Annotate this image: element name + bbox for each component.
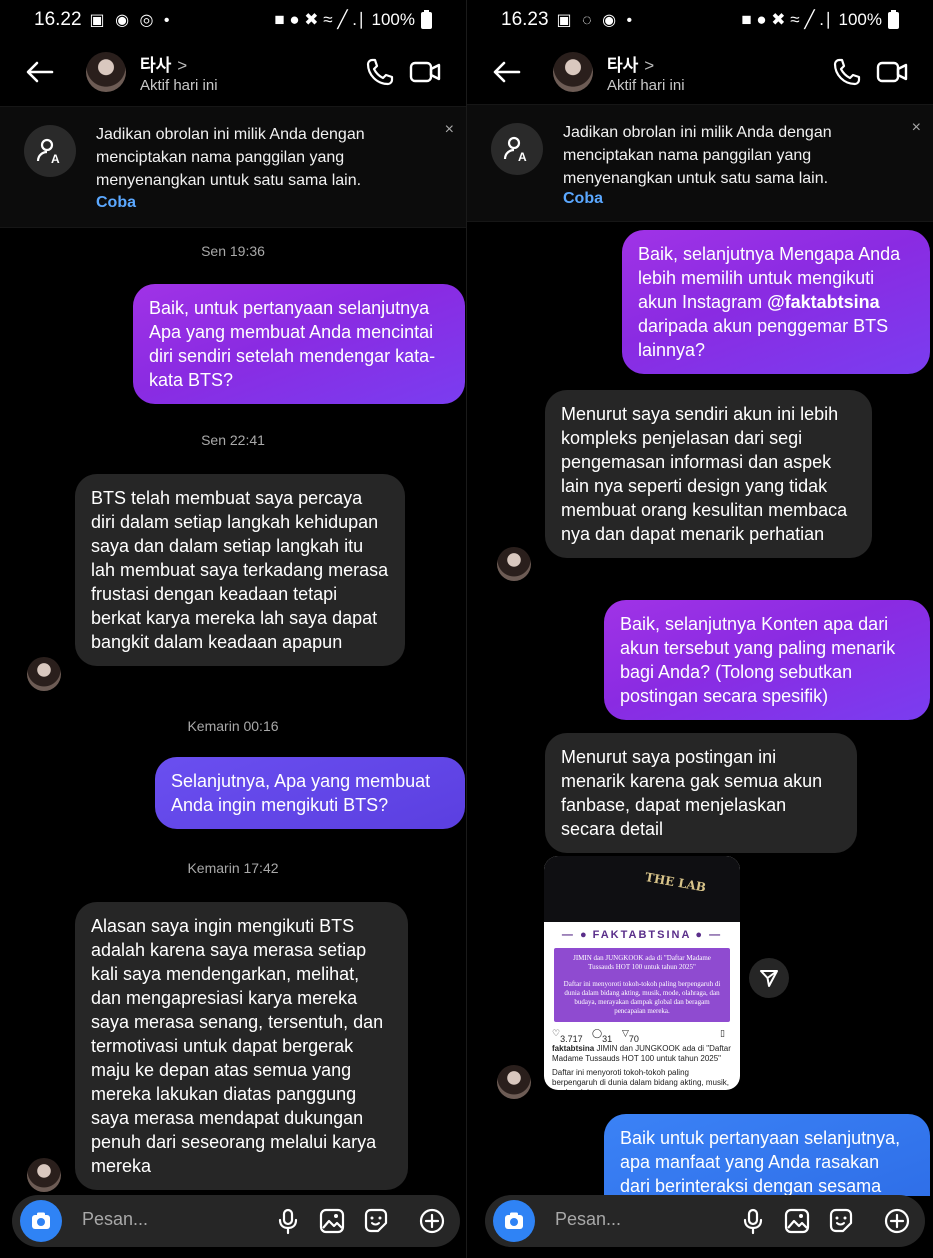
message-sent[interactable]: Baik, selanjutnya Mengapa Anda lebih mem… (622, 230, 930, 374)
sticker-icon[interactable] (362, 1207, 390, 1235)
system-icons: ■ ● ✖ ≈ ╱ .∣ 100% (741, 9, 899, 30)
like-icon[interactable]: ♡ 3.717 (552, 1028, 583, 1044)
video-call-icon[interactable] (408, 56, 442, 88)
post-actions: ♡ 3.717 ◯ 31 ▽ 70 ▯ (544, 1022, 740, 1044)
message-sent[interactable]: Baik, selanjutnya Konten apa dari akun t… (604, 600, 930, 720)
back-arrow-icon[interactable] (489, 54, 525, 90)
message-received[interactable]: BTS telah membuat saya percaya diri dala… (75, 474, 405, 666)
post-caption-user: faktabtsina (552, 1044, 595, 1053)
sticker-icon[interactable] (827, 1207, 855, 1235)
post-photo-text: THE LAB (644, 870, 707, 895)
camera-button[interactable] (20, 1200, 62, 1242)
chat-header: 타사 > Aktif hari ini (467, 42, 933, 104)
instagram-handle[interactable]: @faktabtsina (767, 292, 880, 312)
battery-icon (421, 9, 432, 29)
gallery-icon[interactable] (783, 1207, 811, 1235)
timestamp: Sen 22:41 (201, 432, 265, 448)
contact-status: Aktif hari ini (140, 77, 218, 94)
chat-screen-right: 16.23 ▣ ◌ ◉ • ■ ● ✖ ≈ ╱ .∣ 100% 타사 > Akti… (467, 0, 933, 1258)
add-icon[interactable] (883, 1207, 911, 1235)
nickname-icon: A (491, 123, 543, 175)
message-sent[interactable]: Baik, untuk pertanyaan selanjutnya Apa y… (133, 284, 465, 404)
nickname-prompt: A Jadikan obrolan ini milik Anda dengan … (0, 106, 466, 228)
nickname-icon: A (24, 125, 76, 177)
message-composer: Pesan... (12, 1195, 460, 1247)
gallery-icon[interactable] (318, 1207, 346, 1235)
timestamp: Kemarin 00:16 (187, 718, 279, 734)
sender-avatar (497, 1065, 531, 1099)
post-card-body: Daftar ini menyoroti tokoh-tokoh paling … (563, 980, 721, 1015)
nickname-try-link[interactable]: Coba (96, 194, 136, 212)
message-received[interactable]: Menurut saya postingan ini menarik karen… (545, 733, 857, 853)
message-received[interactable]: Alasan saya ingin mengikuti BTS adalah k… (75, 902, 408, 1190)
sender-avatar (497, 547, 531, 581)
post-account-banner: — ● FAKTABTSINA ● — (561, 929, 723, 941)
battery-percent: 100% (371, 10, 415, 29)
status-time: 16.23 (501, 9, 549, 30)
sender-avatar (27, 657, 61, 691)
message-sent[interactable]: Selanjutnya, Apa yang membuat Anda ingin… (155, 757, 465, 829)
contact-name[interactable]: 타사 > (140, 51, 187, 76)
post-photo: THE LAB (544, 856, 740, 922)
share-count-icon[interactable]: ▽ 70 (622, 1028, 639, 1044)
microphone-icon[interactable] (739, 1207, 767, 1235)
camera-icon (505, 1212, 523, 1229)
chevron-right-icon: > (177, 56, 188, 75)
close-icon[interactable]: × (445, 121, 454, 139)
nickname-prompt-text: Jadikan obrolan ini milik Anda dengan me… (563, 124, 832, 187)
notification-icons: ▣ ◉ ◎ • (89, 12, 173, 29)
microphone-icon[interactable] (274, 1207, 302, 1235)
message-input[interactable]: Pesan... (555, 1209, 621, 1230)
bookmark-icon[interactable]: ▯ (720, 1028, 725, 1039)
message-input[interactable]: Pesan... (82, 1209, 148, 1230)
battery-icon (888, 9, 899, 29)
contact-avatar[interactable] (553, 52, 593, 92)
close-icon[interactable]: × (912, 119, 921, 137)
chat-screen-left: 16.22 ▣ ◉ ◎ • ■ ● ✖ ≈ ╱ .∣ 100% 타사 > Akti… (0, 0, 466, 1258)
status-time: 16.22 (34, 9, 82, 30)
phone-call-icon[interactable] (831, 56, 863, 88)
post-card: JIMIN dan JUNGKOOK ada di "Daftar Madame… (554, 948, 730, 1022)
message-composer: Pesan... (485, 1195, 925, 1247)
share-count: 70 (628, 1034, 639, 1044)
camera-button[interactable] (493, 1200, 535, 1242)
battery-percent: 100% (838, 10, 882, 29)
signal-icons: ■ ● ✖ ≈ ╱ .∣ (741, 10, 833, 29)
phone-call-icon[interactable] (364, 56, 396, 88)
contact-status: Aktif hari ini (607, 77, 685, 94)
svg-text:A: A (518, 150, 527, 164)
message-sent[interactable]: Baik untuk pertanyaan selanjutnya, apa m… (604, 1114, 930, 1196)
contact-avatar[interactable] (86, 52, 126, 92)
share-button[interactable] (749, 958, 789, 998)
chevron-right-icon: > (644, 56, 655, 75)
notification-icons: ▣ ◌ ◉ • (556, 12, 636, 29)
nickname-try-link[interactable]: Coba (563, 190, 603, 208)
send-icon (760, 970, 778, 987)
add-icon[interactable] (418, 1207, 446, 1235)
post-caption: faktabtsina JIMIN dan JUNGKOOK ada di "D… (552, 1044, 731, 1063)
svg-text:A: A (51, 152, 60, 166)
sender-avatar (27, 1158, 61, 1192)
status-bar: 16.23 ▣ ◌ ◉ • ■ ● ✖ ≈ ╱ .∣ 100% (467, 0, 933, 40)
nickname-prompt: A Jadikan obrolan ini milik Anda dengan … (467, 104, 933, 222)
message-received[interactable]: Menurut saya sendiri akun ini lebih komp… (545, 390, 872, 558)
signal-icons: ■ ● ✖ ≈ ╱ .∣ (274, 10, 366, 29)
comment-count: 31 (602, 1034, 613, 1044)
like-count: 3.717 (560, 1034, 583, 1044)
timestamp: Kemarin 17:42 (187, 860, 279, 876)
comment-icon[interactable]: ◯ 31 (592, 1028, 612, 1044)
post-description: Daftar ini menyoroti tokoh-tokoh paling … (552, 1068, 730, 1090)
status-bar: 16.22 ▣ ◉ ◎ • ■ ● ✖ ≈ ╱ .∣ 100% (0, 0, 466, 40)
post-card-title: JIMIN dan JUNGKOOK ada di "Daftar Madame… (573, 954, 711, 971)
shared-post[interactable]: THE LAB — ● FAKTABTSINA ● — JIMIN dan JU… (544, 856, 740, 1090)
video-call-icon[interactable] (875, 56, 909, 88)
nickname-prompt-text: Jadikan obrolan ini milik Anda dengan me… (96, 126, 365, 189)
contact-name[interactable]: 타사 > (607, 51, 654, 76)
camera-icon (32, 1212, 50, 1229)
system-icons: ■ ● ✖ ≈ ╱ .∣ 100% (274, 9, 432, 30)
back-arrow-icon[interactable] (22, 54, 58, 90)
chat-header: 타사 > Aktif hari ini (0, 42, 466, 104)
timestamp: Sen 19:36 (201, 243, 265, 259)
